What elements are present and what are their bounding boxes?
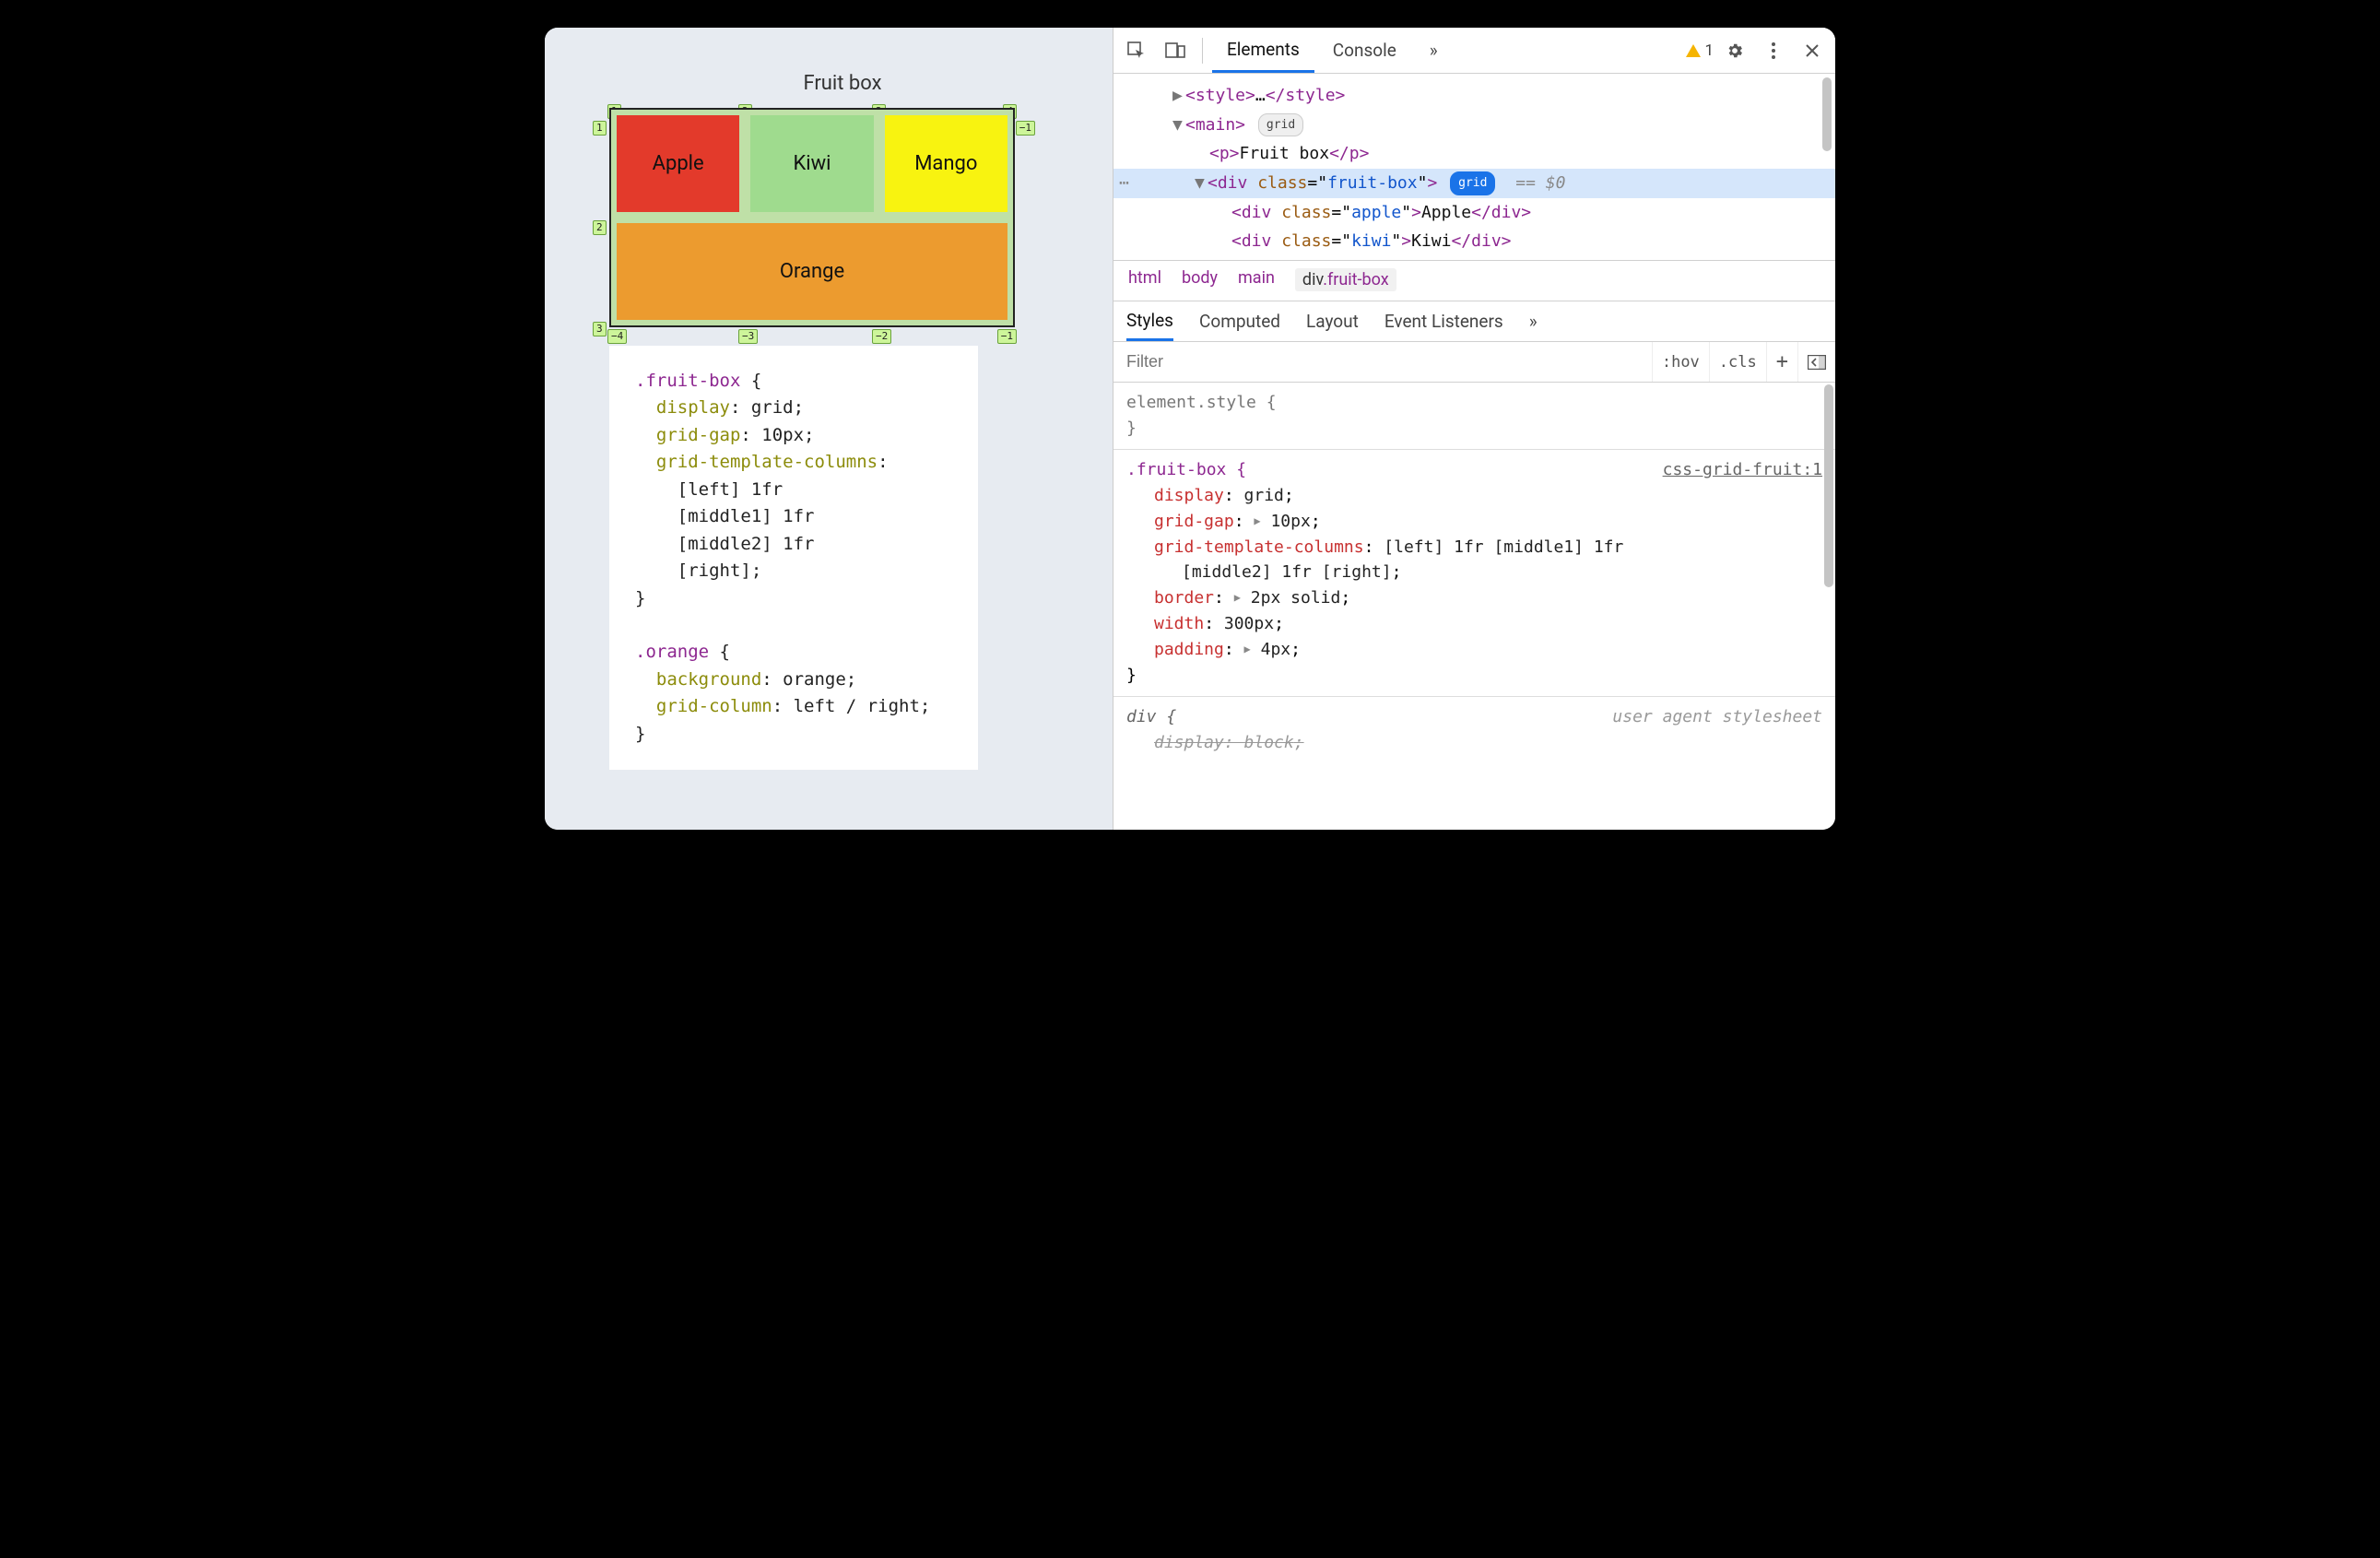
tab-styles-more[interactable]: » — [1529, 301, 1538, 341]
grid-col-label: −1 — [997, 329, 1017, 344]
css-decl[interactable]: display: grid; — [1126, 483, 1822, 509]
crumb-main[interactable]: main — [1238, 268, 1275, 291]
hov-toggle[interactable]: :hov — [1652, 342, 1709, 382]
tab-more[interactable]: » — [1415, 28, 1453, 73]
kebab-menu-icon[interactable] — [1756, 33, 1791, 68]
rule-close: } — [1126, 666, 1137, 685]
cls-toggle[interactable]: .cls — [1709, 342, 1766, 382]
css-decl[interactable]: padding: ▶ 4px; — [1126, 637, 1822, 663]
scrollbar[interactable] — [1824, 384, 1833, 828]
styles-tabbar: Styles Computed Layout Event Listeners » — [1113, 301, 1835, 342]
grid-col-label: −4 — [607, 329, 627, 344]
styles-body[interactable]: element.style { } css-grid-fruit:1 .frui… — [1113, 383, 1835, 830]
grid-cell-mango: Mango — [885, 115, 1007, 212]
warning-icon — [1686, 44, 1701, 57]
grid-cell-apple: Apple — [617, 115, 739, 212]
dom-node-fruit-box[interactable]: ⋯ ▼<div class="fruit-box"> grid == $0 — [1113, 169, 1835, 198]
settings-icon[interactable] — [1717, 33, 1752, 68]
toggle-panel-icon[interactable] — [1797, 342, 1835, 382]
dom-node-p[interactable]: <p>Fruit box</p> — [1113, 139, 1835, 169]
divider — [1202, 38, 1203, 64]
crumb-html[interactable]: html — [1128, 268, 1161, 291]
tab-elements[interactable]: Elements — [1212, 28, 1314, 73]
devtools-pane: Elements Console » 1 ▶<style>…</style> — [1113, 28, 1835, 830]
tab-console[interactable]: Console — [1318, 28, 1411, 73]
grid-row-label: 1 — [593, 121, 607, 136]
tab-event-listeners[interactable]: Event Listeners — [1384, 301, 1503, 341]
dom-node-style[interactable]: ▶<style>…</style> — [1113, 81, 1835, 111]
grid-row-label: 2 — [593, 220, 607, 235]
dom-node-apple[interactable]: <div class="apple">Apple</div> — [1113, 198, 1835, 228]
inspect-element-icon[interactable] — [1119, 33, 1154, 68]
grid-row-label: 3 — [593, 322, 607, 336]
styles-filter-input[interactable] — [1113, 342, 1652, 382]
devtools-tabbar: Elements Console » 1 — [1113, 28, 1835, 74]
grid-col-label: −3 — [738, 329, 758, 344]
warnings-count: 1 — [1704, 41, 1714, 60]
grid-badge[interactable]: grid — [1258, 113, 1303, 136]
tab-styles[interactable]: Styles — [1126, 301, 1173, 341]
element-style-open: element.style { — [1126, 393, 1277, 412]
ua-selector: div { — [1126, 707, 1176, 726]
fruit-box-grid: Apple Kiwi Mango Orange — [609, 108, 1015, 327]
grid-overlay-wrap: 1 2 3 4 1 2 3 −1 −4 −3 −2 −1 Apple Kiwi … — [609, 108, 1015, 327]
warnings-badge[interactable]: 1 — [1686, 41, 1714, 60]
eq-zero: == $0 — [1515, 173, 1565, 193]
rule-selector[interactable]: .fruit-box { — [1126, 460, 1246, 479]
dom-node-kiwi[interactable]: <div class="kiwi">Kiwi</div> — [1113, 227, 1835, 256]
new-style-rule-button[interactable]: + — [1766, 342, 1797, 382]
window: Fruit box 1 2 3 4 1 2 3 −1 −4 −3 −2 −1 A… — [545, 28, 1835, 830]
grid-cell-orange: Orange — [617, 223, 1007, 320]
breadcrumb: html body main div.fruit-box — [1113, 260, 1835, 301]
css-decl-cont[interactable]: [middle2] 1fr [right]; — [1126, 560, 1822, 585]
page-title: Fruit box — [609, 72, 1076, 95]
css-decl[interactable]: grid-template-columns: [left] 1fr [middl… — [1126, 535, 1822, 561]
dom-tree[interactable]: ▶<style>…</style> ▼<main> grid <p>Fruit … — [1113, 74, 1835, 260]
element-style-close: } — [1126, 419, 1137, 438]
selected-dots-icon: ⋯ — [1119, 170, 1129, 197]
styles-filter-row: :hov .cls + — [1113, 342, 1835, 383]
css-decl[interactable]: grid-gap: ▶ 10px; — [1126, 509, 1822, 535]
scrollbar[interactable] — [1822, 77, 1832, 256]
ua-stylesheet-note: user agent stylesheet — [1612, 704, 1822, 730]
grid-cell-kiwi: Kiwi — [750, 115, 873, 212]
css-source-block: .fruit-box { display: grid; grid-gap: 10… — [609, 346, 978, 770]
tab-computed[interactable]: Computed — [1199, 301, 1280, 341]
rule-source-link[interactable]: css-grid-fruit:1 — [1663, 457, 1822, 483]
dom-node-main[interactable]: ▼<main> grid — [1113, 111, 1835, 140]
device-mode-icon[interactable] — [1158, 33, 1193, 68]
crumb-body[interactable]: body — [1182, 268, 1218, 291]
close-icon[interactable] — [1795, 33, 1830, 68]
css-decl[interactable]: border: ▶ 2px solid; — [1126, 585, 1822, 611]
css-decl-overridden[interactable]: display: block; — [1126, 730, 1822, 756]
page-preview: Fruit box 1 2 3 4 1 2 3 −1 −4 −3 −2 −1 A… — [545, 28, 1113, 830]
grid-badge-selected[interactable]: grid — [1450, 171, 1495, 195]
grid-col-label: −2 — [872, 329, 891, 344]
css-decl[interactable]: width: 300px; — [1126, 611, 1822, 637]
crumb-div-fruit-box[interactable]: div.fruit-box — [1295, 268, 1396, 291]
tab-layout[interactable]: Layout — [1306, 301, 1359, 341]
grid-row-label: −1 — [1016, 121, 1035, 136]
